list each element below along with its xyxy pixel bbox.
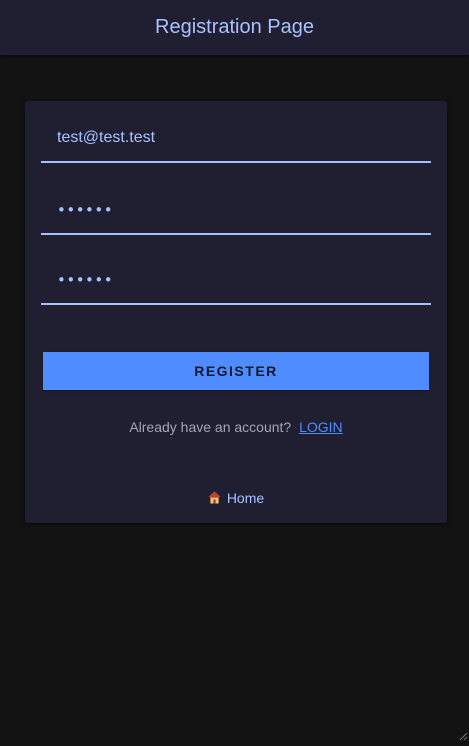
confirm-password-field[interactable]: •••••• [57,271,113,289]
register-button[interactable]: REGISTER [43,352,429,390]
home-row: Home [25,490,447,506]
home-link[interactable]: Home [208,490,264,506]
email-field-wrapper: test@test.test [41,101,431,163]
home-icon [208,491,221,504]
confirm-password-field-wrapper: •••••• [41,243,431,305]
login-link[interactable]: LOGIN [299,419,343,435]
email-field[interactable]: test@test.test [57,129,155,147]
app-header: Registration Page [0,0,469,55]
password-field[interactable]: •••••• [57,201,113,219]
home-label: Home [226,490,265,506]
password-field-wrapper: •••••• [41,173,431,235]
registration-card: test@test.test •••••• •••••• REGISTER Al… [25,101,447,523]
login-prompt-row: Already have an account? LOGIN [25,419,447,435]
page-title: Registration Page [155,16,314,38]
login-prompt-text: Already have an account? [129,419,292,435]
resize-handle-icon[interactable] [458,728,468,741]
